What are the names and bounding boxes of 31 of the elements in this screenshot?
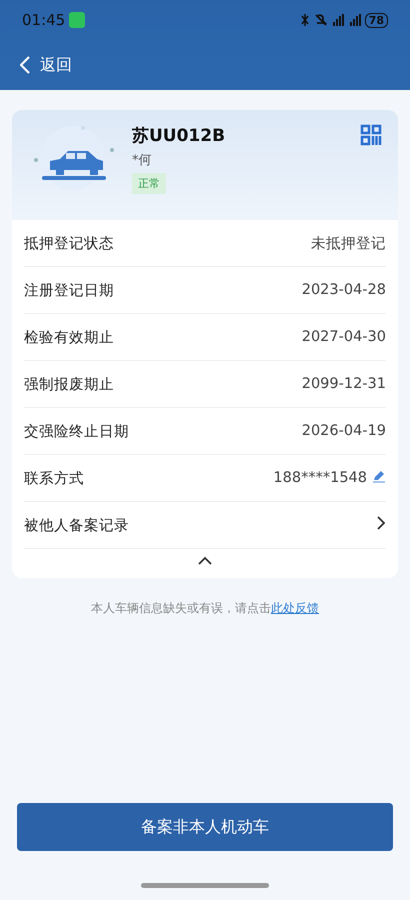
back-button[interactable]: 返回 xyxy=(20,54,72,76)
field-value: 2027-04-30 xyxy=(302,329,386,345)
bluetooth-icon xyxy=(300,13,309,27)
qr-code-icon[interactable] xyxy=(360,124,382,146)
field-value: 2099-12-31 xyxy=(302,376,386,392)
owner-name: *何 xyxy=(132,152,152,169)
field-label: 交强险终止日期 xyxy=(24,422,130,440)
field-value: 2023-04-28 xyxy=(302,282,386,298)
register-vehicle-button[interactable]: 备案非本人机动车 xyxy=(17,803,393,851)
field-label: 检验有效期止 xyxy=(24,328,115,346)
field-label: 注册登记日期 xyxy=(24,282,115,300)
battery-indicator: 78 xyxy=(364,12,388,28)
field-label: 抵押登记状态 xyxy=(24,234,115,252)
field-label: 强制报废期止 xyxy=(24,376,115,394)
edit-icon[interactable] xyxy=(372,469,386,483)
back-icon xyxy=(20,56,30,74)
chevron-right-icon[interactable] xyxy=(377,516,386,530)
plate-number: 苏UU012B xyxy=(132,125,226,147)
feedback-link[interactable]: 此处反馈 xyxy=(271,601,319,615)
feedback-note: 本人车辆信息缺失或有误，请点击此处反馈 xyxy=(90,600,320,617)
field-value: 未抵押登记 xyxy=(311,234,386,252)
field-value: 188****1548 xyxy=(273,470,367,486)
status-tag: 正常 xyxy=(132,173,166,194)
field-value: 2026-04-19 xyxy=(302,423,386,439)
chat-app-icon xyxy=(69,12,86,28)
mute-icon xyxy=(314,14,327,26)
field-label: 联系方式 xyxy=(24,470,85,488)
signal-icon xyxy=(350,13,361,27)
field-label: 被他人备案记录 xyxy=(24,516,130,534)
signal-icon xyxy=(332,13,344,27)
status-time: 01:45 xyxy=(22,11,66,29)
